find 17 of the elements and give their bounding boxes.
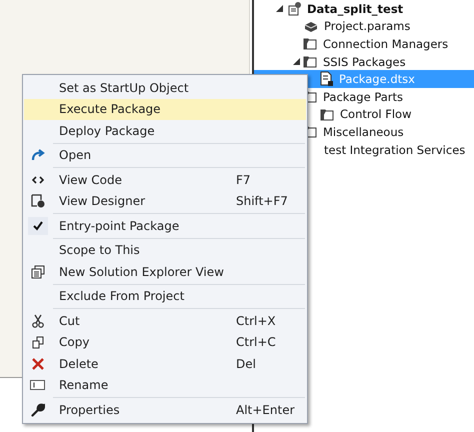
menu-item[interactable]: Properties Alt+Enter	[24, 399, 306, 420]
menu-item[interactable]: Delete Del	[24, 353, 306, 374]
menu-item[interactable]: Copy Ctrl+C	[24, 332, 306, 353]
tree-item[interactable]: Project.params	[254, 18, 474, 36]
menu-item[interactable]: Execute Package	[24, 98, 306, 120]
tree-item[interactable]: Connection Managers	[254, 35, 474, 53]
tree-item[interactable]: SSIS Packages	[254, 52, 474, 70]
menu-item[interactable]: Exclude From Project	[24, 286, 306, 307]
menu-item[interactable]: Entry-point Package	[24, 215, 306, 236]
menu-item[interactable]: View Code F7	[24, 169, 306, 190]
tree-item[interactable]: Data_split_test	[254, 0, 474, 18]
menu-item[interactable]: View Designer Shift+F7	[24, 190, 306, 212]
menu-item[interactable]: New Solution Explorer View	[24, 261, 306, 282]
menu-item[interactable]: Open	[24, 144, 306, 166]
menu-item[interactable]: Rename	[24, 374, 306, 396]
menu-item[interactable]: Cut Ctrl+X	[24, 310, 306, 332]
menu-item[interactable]: Scope to This	[24, 240, 306, 261]
